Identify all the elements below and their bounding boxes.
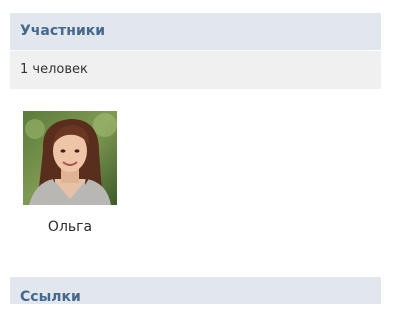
- member-name[interactable]: Ольга: [23, 217, 117, 237]
- avatar[interactable]: [23, 111, 117, 205]
- members-header[interactable]: Участники: [10, 13, 381, 50]
- members-panel: Участники 1 человек Ольга Ссылки: [10, 0, 381, 305]
- links-header[interactable]: Ссылки: [10, 277, 381, 305]
- members-count: 1 человек: [10, 51, 381, 89]
- member-card[interactable]: Ольга: [23, 111, 117, 237]
